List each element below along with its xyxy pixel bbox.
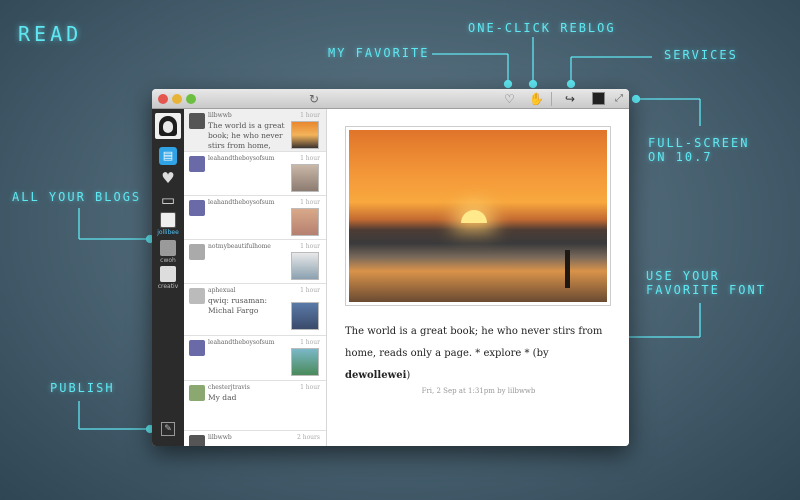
- caption-text: The world is a great book; he who never …: [345, 326, 603, 359]
- callout-favorite: My favorite: [328, 46, 430, 60]
- list-item[interactable]: leahandtheboysofsum 1 hour: [184, 196, 326, 240]
- blog-avatar: [160, 240, 176, 256]
- post-thumbnail: [291, 208, 319, 236]
- caption-author-link[interactable]: dewollewei: [345, 370, 406, 381]
- sidebar-blog-jollibee[interactable]: jollibee: [154, 212, 182, 236]
- post-snippet: My dad: [208, 393, 237, 402]
- post-photo: [345, 126, 611, 306]
- titlebar: ↻ ♡ ✋ ↪ ⤢: [152, 89, 629, 109]
- post-avatar: [189, 200, 205, 216]
- post-caption: The world is a great book; he who never …: [345, 321, 607, 387]
- post-time: 2 hours: [296, 434, 320, 441]
- post-user: lilbwwb: [208, 112, 232, 119]
- app-window: ↻ ♡ ✋ ↪ ⤢ ▤ ♥ ▭ jollibee cwoh creativ ✎: [152, 89, 629, 446]
- callout-reblog: One-click reblog: [468, 21, 616, 35]
- post-meta: Fri, 2 Sep at 1:31pm by lilbwwb: [421, 387, 536, 395]
- post-time: 1 hour: [300, 112, 320, 119]
- heart-icon[interactable]: ♥: [159, 169, 177, 187]
- pole-shape: [565, 250, 570, 288]
- callout-fullscreen-line2: on 10.7: [648, 149, 713, 164]
- heart-icon[interactable]: ♡: [504, 91, 515, 107]
- zoom-button[interactable]: [186, 94, 196, 104]
- post-avatar: [189, 435, 205, 446]
- compose-icon[interactable]: ✎: [161, 422, 175, 436]
- post-user: leahandtheboysofsum: [208, 339, 275, 346]
- toolbar-divider: [551, 92, 552, 106]
- sidebar-blog-cwoh[interactable]: cwoh: [154, 240, 182, 264]
- callout-services: services: [664, 48, 738, 62]
- blog-name: creativ: [157, 283, 179, 290]
- blog-avatar: [160, 212, 176, 228]
- list-item[interactable]: lilbwwb 2 hours: [184, 431, 326, 446]
- sidebar-blog-creativ[interactable]: creativ: [154, 266, 182, 290]
- post-user: aphexual: [208, 287, 236, 294]
- post-thumbnail: [291, 348, 319, 376]
- list-item[interactable]: lilbwwb 1 hour The world is a great book…: [184, 109, 326, 160]
- post-avatar: [189, 244, 205, 260]
- post-time: 1 hour: [300, 339, 320, 346]
- callout-font: Use your favorite font: [646, 269, 766, 298]
- post-time: 1 hour: [300, 243, 320, 250]
- dashboard-icon[interactable]: ▤: [159, 147, 177, 165]
- avatar-face: [163, 121, 173, 133]
- post-time: 1 hour: [300, 287, 320, 294]
- post-user: leahandtheboysofsum: [208, 155, 275, 162]
- post-avatar: [189, 113, 205, 129]
- list-item[interactable]: notmybeautifulhome 1 hour: [184, 240, 326, 284]
- minimize-button[interactable]: [172, 94, 182, 104]
- post-thumbnail: [291, 302, 319, 330]
- post-thumbnail: [291, 121, 319, 149]
- callout-blogs: All your blogs: [12, 190, 142, 204]
- post-avatar: [189, 385, 205, 401]
- post-user: chesterjtravis: [208, 384, 250, 391]
- list-item[interactable]: aphexual 1 hour qwiq: rusaman: Michal Fa…: [184, 284, 326, 336]
- feed-list: lilbwwb 1 hour The world is a great book…: [184, 109, 327, 446]
- fullscreen-icon[interactable]: ⤢: [615, 91, 623, 107]
- sunset-image: [349, 130, 607, 302]
- post-time: 1 hour: [300, 384, 320, 391]
- sidebar: ▤ ♥ ▭ jollibee cwoh creativ ✎: [152, 109, 184, 446]
- blog-name: cwoh: [160, 257, 176, 264]
- reblog-icon[interactable]: ✋: [529, 91, 544, 107]
- list-item[interactable]: leahandtheboysofsum 1 hour: [184, 336, 326, 381]
- post-avatar: [189, 340, 205, 356]
- close-button[interactable]: [158, 94, 168, 104]
- post-snippet: qwiq: rusaman: Michal Fargo: [208, 296, 268, 315]
- post-user: notmybeautifulhome: [208, 243, 271, 250]
- blog-avatar: [160, 266, 176, 282]
- user-avatar[interactable]: [155, 113, 181, 139]
- post-user: lilbwwb: [208, 434, 232, 441]
- share-icon[interactable]: ↪: [565, 91, 575, 107]
- callout-font-line2: favorite font: [646, 282, 766, 297]
- post-avatar: [189, 156, 205, 172]
- post-user: leahandtheboysofsum: [208, 199, 275, 206]
- callout-fullscreen-line1: Full-screen: [648, 136, 750, 150]
- post-time: 1 hour: [300, 155, 320, 162]
- post-avatar: [189, 288, 205, 304]
- post-time: 1 hour: [300, 199, 320, 206]
- sun-shape: [461, 210, 487, 223]
- refresh-icon[interactable]: ↻: [309, 91, 319, 107]
- caption-close: ): [406, 370, 411, 381]
- inbox-icon[interactable]: ▭: [159, 191, 177, 209]
- account-avatar[interactable]: [592, 92, 605, 105]
- page-heading: READ: [18, 22, 83, 46]
- blog-name: jollibee: [157, 229, 179, 236]
- post-thumbnail: [291, 164, 319, 192]
- list-item[interactable]: leahandtheboysofsum 1 hour: [184, 152, 326, 196]
- callout-font-line1: Use your: [646, 269, 720, 283]
- list-item[interactable]: chesterjtravis 1 hour My dad: [184, 381, 326, 431]
- post-thumbnail: [291, 252, 319, 280]
- post-detail: The world is a great book; he who never …: [328, 109, 629, 446]
- callout-publish: Publish: [50, 381, 115, 395]
- callout-fullscreen: Full-screen on 10.7: [648, 136, 750, 165]
